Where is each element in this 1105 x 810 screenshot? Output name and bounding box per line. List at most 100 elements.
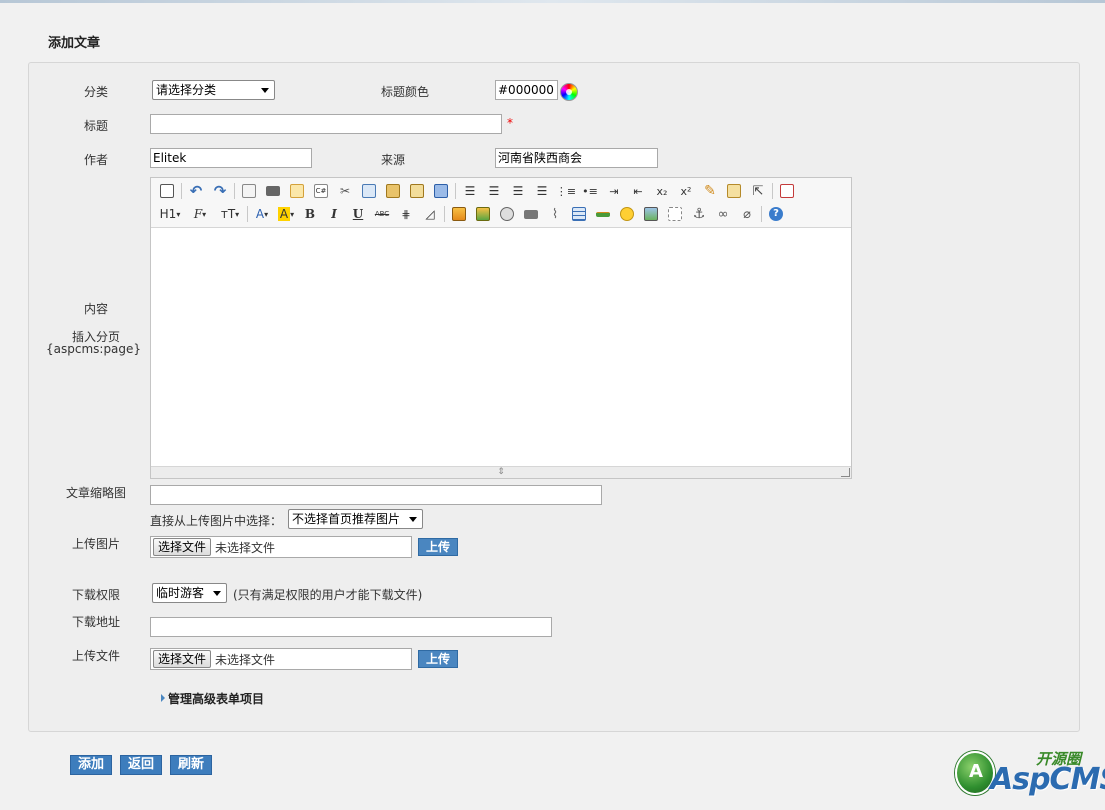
table-icon[interactable]: [569, 204, 589, 224]
toolbar-row-1: ↶ ↷ C# ✂ ☰ ☰ ☰ ☰ ⋮≡ •≡ ⇥ ⇤ x₂ x² ✎ ⇱: [157, 180, 801, 202]
page-title: 添加文章: [48, 36, 101, 51]
resize-handle-icon[interactable]: ⇕: [497, 467, 505, 477]
editor-resize-bar[interactable]: ⇕: [151, 466, 851, 478]
flash-icon[interactable]: [497, 204, 517, 224]
category-label: 分类: [84, 85, 109, 99]
font-color-icon[interactable]: A ▾: [252, 204, 272, 224]
title-label: 标题: [84, 119, 109, 133]
upload-file-label: 上传文件: [72, 649, 121, 663]
fullscreen-icon[interactable]: [777, 181, 797, 201]
strikethrough-icon[interactable]: ABC: [372, 204, 392, 224]
pointer-icon[interactable]: ⇱: [748, 181, 768, 201]
subscript-icon[interactable]: x₂: [652, 181, 672, 201]
author-label: 作者: [84, 153, 109, 167]
attachment-icon[interactable]: ⌇: [545, 204, 565, 224]
upload-image-label: 上传图片: [72, 537, 121, 551]
paste-icon[interactable]: [383, 181, 403, 201]
media-icon[interactable]: [521, 204, 541, 224]
eraser-icon[interactable]: ◿: [420, 204, 440, 224]
unlink-icon[interactable]: ⌀: [737, 204, 757, 224]
chevron-down-icon: [213, 591, 221, 596]
line-height-icon[interactable]: ⋕: [396, 204, 416, 224]
download-url-input[interactable]: [150, 617, 552, 637]
template-icon[interactable]: [287, 181, 307, 201]
align-left-icon[interactable]: ☰: [460, 181, 480, 201]
advanced-fields-toggle[interactable]: 管理高级表单项目: [161, 690, 264, 707]
dropdown-caret-icon: ▾: [176, 209, 181, 219]
outdent-icon[interactable]: ⇤: [628, 181, 648, 201]
chevron-down-icon: [261, 88, 269, 93]
paste-text-icon[interactable]: [407, 181, 427, 201]
title-color-label: 标题颜色: [381, 85, 430, 99]
upload-file-button[interactable]: 上传: [418, 650, 458, 668]
editor-content-area[interactable]: [151, 229, 851, 466]
download-permission-value: 临时游客: [156, 586, 205, 600]
rich-text-editor: ↶ ↷ C# ✂ ☰ ☰ ☰ ☰ ⋮≡ •≡ ⇥ ⇤ x₂ x² ✎ ⇱ H1 …: [150, 177, 852, 479]
highlight-icon[interactable]: A ▾: [276, 204, 296, 224]
emoticon-icon[interactable]: [617, 204, 637, 224]
recommended-image-value: 不选择首页推荐图片: [292, 512, 401, 526]
choose-file-button[interactable]: 选择文件: [153, 650, 212, 668]
bold-icon[interactable]: B: [300, 204, 320, 224]
align-center-icon[interactable]: ☰: [484, 181, 504, 201]
underline-icon[interactable]: U: [348, 204, 368, 224]
multi-image-icon[interactable]: [473, 204, 493, 224]
image-icon[interactable]: [449, 204, 469, 224]
pagebreak-icon[interactable]: [665, 204, 685, 224]
redo-icon[interactable]: ↷: [210, 181, 230, 201]
title-color-input[interactable]: #000000: [495, 80, 558, 100]
dropdown-caret-icon: ▾: [290, 209, 295, 219]
color-picker-icon[interactable]: [560, 83, 578, 101]
category-select[interactable]: 请选择分类: [152, 80, 275, 100]
upload-image-file-input[interactable]: 选择文件 未选择文件: [150, 536, 412, 558]
ordered-list-icon[interactable]: ⋮≡: [556, 181, 576, 201]
back-button[interactable]: 返回: [120, 755, 162, 775]
font-size-icon[interactable]: тT ▾: [217, 204, 243, 224]
link-icon[interactable]: ∞: [713, 204, 733, 224]
pick-from-upload-label: 直接从上传图片中选择：: [150, 514, 283, 528]
map-icon[interactable]: [641, 204, 661, 224]
code-icon[interactable]: C#: [311, 181, 331, 201]
pagebreak-tag: {aspcms:page}: [46, 342, 142, 356]
download-permission-select[interactable]: 临时游客: [152, 583, 227, 603]
source-icon[interactable]: [157, 181, 177, 201]
download-permission-note: (只有满足权限的用户才能下载文件): [233, 588, 423, 602]
help-icon[interactable]: ?: [766, 204, 786, 224]
indent-icon[interactable]: ⇥: [604, 181, 624, 201]
dropdown-caret-icon: ▾: [235, 209, 240, 219]
clear-format-icon[interactable]: ✎: [700, 181, 720, 201]
thumbnail-input[interactable]: [150, 485, 602, 505]
recommended-image-select[interactable]: 不选择首页推荐图片: [288, 509, 423, 529]
upload-file-input[interactable]: 选择文件 未选择文件: [150, 648, 412, 670]
superscript-icon[interactable]: x²: [676, 181, 696, 201]
content-label: 内容: [84, 302, 109, 316]
unordered-list-icon[interactable]: •≡: [580, 181, 600, 201]
thumbnail-label: 文章缩略图: [66, 486, 127, 500]
italic-icon[interactable]: I: [324, 204, 344, 224]
add-button[interactable]: 添加: [70, 755, 112, 775]
align-right-icon[interactable]: ☰: [508, 181, 528, 201]
justify-icon[interactable]: ☰: [532, 181, 552, 201]
title-input[interactable]: [150, 114, 502, 134]
cut-icon[interactable]: ✂: [335, 181, 355, 201]
preview-icon[interactable]: [239, 181, 259, 201]
upload-image-button[interactable]: 上传: [418, 538, 458, 556]
anchor-icon[interactable]: ⚓: [689, 204, 709, 224]
logo-brand-text: AspCMS: [990, 762, 1105, 797]
copy-icon[interactable]: [359, 181, 379, 201]
dropdown-caret-icon: ▾: [264, 209, 269, 219]
undo-icon[interactable]: ↶: [186, 181, 206, 201]
choose-image-file-button[interactable]: 选择文件: [153, 538, 212, 556]
font-family-icon[interactable]: F ▾: [187, 204, 213, 224]
refresh-button[interactable]: 刷新: [170, 755, 212, 775]
download-url-label: 下载地址: [72, 615, 121, 629]
resize-corner-icon[interactable]: [841, 468, 850, 477]
heading-icon[interactable]: H1 ▾: [157, 204, 183, 224]
select-all-icon[interactable]: [724, 181, 744, 201]
hr-icon[interactable]: [593, 204, 613, 224]
print-icon[interactable]: [263, 181, 283, 201]
paste-word-icon[interactable]: [431, 181, 451, 201]
toolbar-separator: [455, 183, 456, 199]
author-input[interactable]: Elitek: [150, 148, 312, 168]
source-input[interactable]: 河南省陕西商会: [495, 148, 658, 168]
